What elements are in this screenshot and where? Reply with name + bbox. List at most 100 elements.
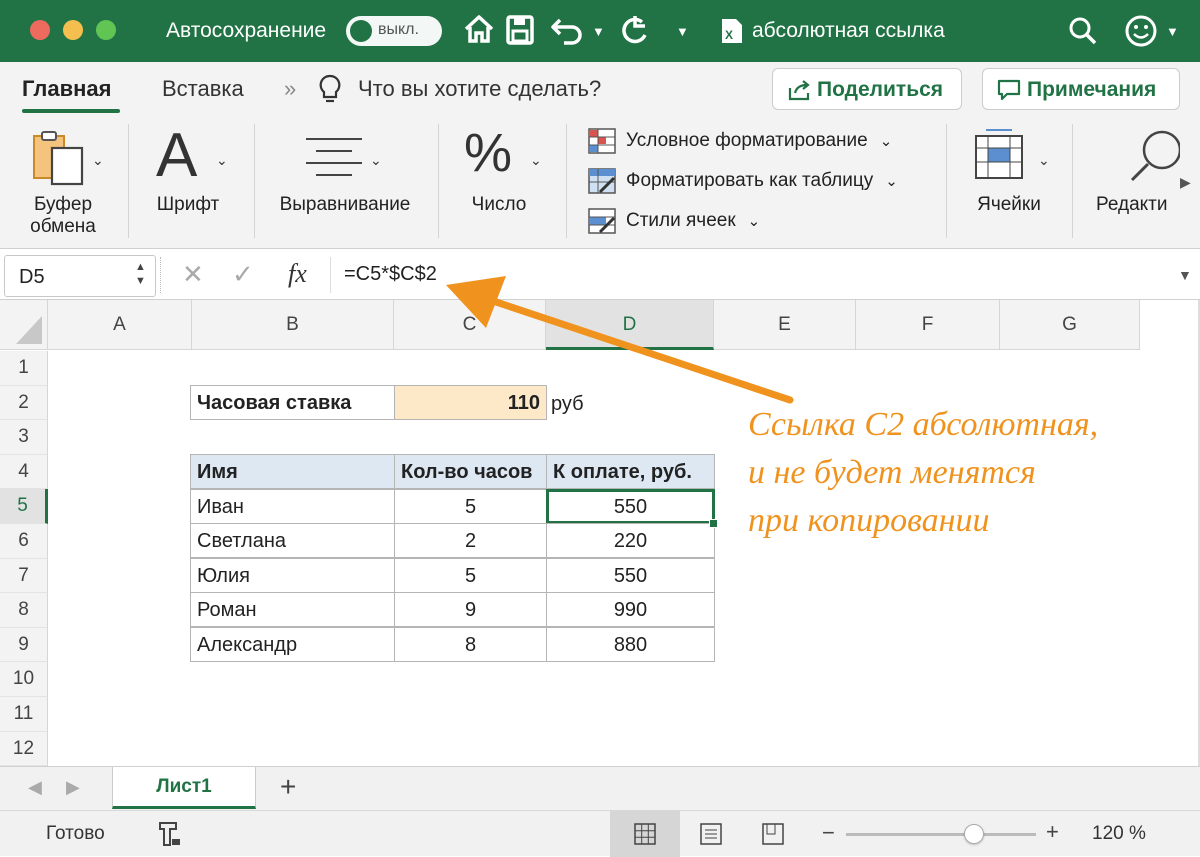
font-group-button[interactable]: A ⌄ Шрифт xyxy=(140,114,250,244)
expand-formula-bar-icon[interactable]: ▼ xyxy=(1178,267,1192,283)
number-group-button[interactable]: % ⌄ Число xyxy=(452,114,552,244)
confirm-icon[interactable]: ✓ xyxy=(232,259,254,290)
tab-home[interactable]: Главная xyxy=(22,76,111,102)
zoom-slider-handle[interactable] xyxy=(963,824,984,844)
alignment-group-button[interactable]: ⌄ Выравнивание xyxy=(268,114,428,244)
fill-handle[interactable] xyxy=(709,518,718,528)
cell-styles-icon xyxy=(588,208,616,234)
row-header-3[interactable]: 3 xyxy=(0,420,48,455)
table-cell-B8[interactable]: Роман xyxy=(190,592,395,628)
row-header-10[interactable]: 10 xyxy=(0,662,48,697)
column-header-B[interactable]: B xyxy=(192,300,394,350)
table-cell-C7[interactable]: 5 xyxy=(394,557,547,593)
normal-view-button[interactable] xyxy=(610,811,680,857)
cancel-icon[interactable]: ✕ xyxy=(182,259,204,290)
table-cell-D5[interactable]: 550 xyxy=(546,488,715,524)
ribbon-scroll-right-icon[interactable]: ▶ xyxy=(1180,174,1191,191)
smiley-feedback-icon[interactable] xyxy=(1124,14,1158,48)
table-cell-D8[interactable]: 990 xyxy=(546,592,715,628)
row-header-11[interactable]: 11 xyxy=(0,697,48,732)
next-sheet-icon[interactable]: ▶ xyxy=(66,777,80,798)
more-tabs-chevron-icon[interactable]: » xyxy=(284,76,296,102)
table-cell-C5[interactable]: 5 xyxy=(394,488,547,524)
zoom-out-button[interactable]: − xyxy=(822,820,835,846)
share-button[interactable]: Поделиться xyxy=(772,68,962,110)
insert-function-icon[interactable]: fx xyxy=(288,259,307,289)
page-break-view-icon[interactable] xyxy=(762,823,784,845)
undo-icon[interactable] xyxy=(550,14,584,46)
zoom-level[interactable]: 120 % xyxy=(1092,823,1146,845)
row-header-8[interactable]: 8 xyxy=(0,593,48,628)
cell-B2[interactable]: Часовая ставка xyxy=(190,385,395,420)
cell-C2[interactable]: 110 xyxy=(394,385,547,420)
tab-insert[interactable]: Вставка xyxy=(162,76,244,102)
ribbon-separator xyxy=(566,124,567,238)
title-bar: Автосохранение выкл. ▼ ▼ X абсолютная сс… xyxy=(0,0,1200,62)
customize-toolbar-icon[interactable]: ▼ xyxy=(676,24,689,39)
cell-styles-button[interactable]: Стили ячеек ⌄ xyxy=(588,208,760,234)
row-header-6[interactable]: 6 xyxy=(0,524,48,559)
comments-label: Примечания xyxy=(1027,78,1157,101)
comments-button[interactable]: Примечания xyxy=(982,68,1180,110)
table-cell-B6[interactable]: Светлана xyxy=(190,523,395,559)
save-icon[interactable] xyxy=(506,15,534,45)
sheet-tab-1[interactable]: Лист1 xyxy=(112,767,256,809)
row-header-7[interactable]: 7 xyxy=(0,558,48,594)
zoom-slider-track[interactable] xyxy=(846,833,1036,836)
redo-icon[interactable] xyxy=(618,13,652,47)
add-sheet-button[interactable]: + xyxy=(280,771,296,803)
row-header-12[interactable]: 12 xyxy=(0,731,48,767)
formula-bar: D5 ▲ ▼ ✕ ✓ fx =C5*$C$2 ▼ xyxy=(0,248,1200,300)
select-all-corner[interactable] xyxy=(0,300,48,350)
name-box[interactable]: D5 ▲ ▼ xyxy=(4,255,156,297)
table-cell-D7[interactable]: 550 xyxy=(546,557,715,593)
table-cell-B9[interactable]: Александр xyxy=(190,627,395,662)
column-header-D[interactable]: D xyxy=(546,300,714,350)
name-box-stepper-icon[interactable]: ▲ ▼ xyxy=(135,260,146,288)
tell-me-search[interactable]: Что вы хотите сделать? xyxy=(358,76,601,102)
table-cell-B5[interactable]: Иван xyxy=(190,488,395,524)
row-header-2[interactable]: 2 xyxy=(0,385,48,421)
clipboard-group-button[interactable]: ⌄ Буфер обмена xyxy=(18,114,118,244)
search-icon[interactable] xyxy=(1068,16,1098,46)
number-label: Число xyxy=(471,194,527,215)
table-cell-C6[interactable]: 2 xyxy=(394,523,547,559)
table-cell-D6[interactable]: 220 xyxy=(546,523,715,559)
column-header-C[interactable]: C xyxy=(394,300,546,350)
editing-group-button[interactable]: Редакти xyxy=(1086,114,1180,244)
table-cell-D9[interactable]: 880 xyxy=(546,627,715,662)
zoom-in-button[interactable]: + xyxy=(1046,819,1059,845)
feedback-dropdown-icon[interactable]: ▼ xyxy=(1166,24,1179,39)
table-cell-C8[interactable]: 9 xyxy=(394,592,547,628)
column-header-G[interactable]: G xyxy=(1000,300,1140,350)
column-header-F[interactable]: F xyxy=(856,300,1000,350)
table-header-D[interactable]: К оплате, руб. xyxy=(546,454,715,489)
formula-input[interactable]: =C5*$C$2 xyxy=(344,263,437,286)
prev-sheet-icon[interactable]: ◀ xyxy=(28,777,42,798)
format-as-table-button[interactable]: Форматировать как таблицу ⌄ xyxy=(588,168,898,194)
cell-D2[interactable]: руб xyxy=(551,393,584,416)
row-header-1[interactable]: 1 xyxy=(0,351,48,386)
page-layout-view-icon[interactable] xyxy=(700,823,722,845)
table-header-C[interactable]: Кол-во часов xyxy=(394,454,547,489)
column-header-A[interactable]: A xyxy=(48,300,192,350)
conditional-formatting-button[interactable]: Условное форматирование ⌄ xyxy=(588,128,892,154)
table-cell-B7[interactable]: Юлия xyxy=(190,557,395,593)
undo-dropdown-icon[interactable]: ▼ xyxy=(592,24,605,39)
minimize-window-button[interactable] xyxy=(63,20,83,40)
home-icon[interactable] xyxy=(462,12,496,46)
row-header-9[interactable]: 9 xyxy=(0,627,48,663)
close-window-button[interactable] xyxy=(30,20,50,40)
table-header-B[interactable]: Имя xyxy=(190,454,395,489)
accessibility-icon[interactable] xyxy=(154,819,184,849)
autosave-toggle[interactable]: выкл. xyxy=(346,16,442,46)
table-cell-C9[interactable]: 8 xyxy=(394,627,547,662)
clipboard-label-2: обмена xyxy=(30,216,96,237)
row-header-4[interactable]: 4 xyxy=(0,454,48,490)
row-header-5[interactable]: 5 xyxy=(0,489,48,524)
worksheet-grid[interactable]: ABCDEFG 1 2 3 4 5 6 7 8 9 10 11 12 Часовая ставка 1… xyxy=(0,300,1200,767)
zoom-window-button[interactable] xyxy=(96,20,116,40)
cells-group-button[interactable]: ⌄ Ячейки xyxy=(960,114,1060,244)
column-header-E[interactable]: E xyxy=(714,300,856,350)
status-bar: Готово − + 120 % xyxy=(0,810,1200,857)
